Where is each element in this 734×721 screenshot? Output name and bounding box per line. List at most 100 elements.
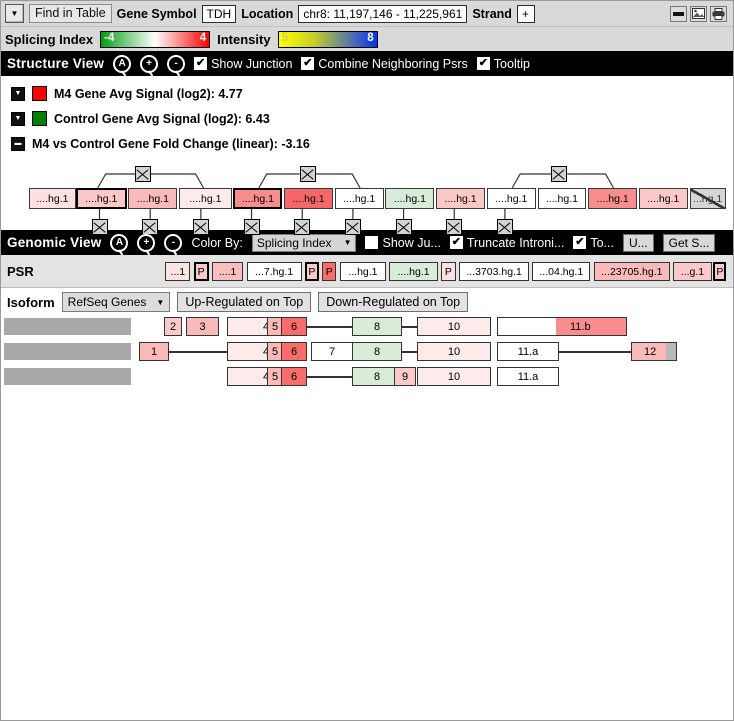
zoom-all-icon[interactable]: A (113, 54, 132, 73)
psr-box[interactable]: ...7.hg.1 (246, 262, 302, 281)
isoform-exon-box[interactable]: 1 (139, 342, 169, 361)
isoform-exon-box[interactable]: 8 (352, 317, 402, 336)
psr-box[interactable]: ...3703.hg.1 (459, 262, 529, 281)
gene-symbol-label: Gene Symbol (116, 6, 197, 21)
color-by-select[interactable]: Splicing Index ▼ (251, 233, 357, 252)
psr-box[interactable]: ....hg.1 (389, 262, 438, 281)
isoform-tracks: 2 3 4 5 6 8 10 11.b 1 4 5 6 7 8 10 11.a 12 4 5 6 8 9 10 11.a (1, 316, 733, 388)
isoform-exon-box[interactable]: 11.a (497, 342, 559, 361)
psr-box[interactable]: P (713, 262, 727, 281)
structure-exon-box[interactable]: ....hg.1 (638, 188, 688, 209)
zoom-all-icon[interactable]: A (110, 233, 129, 252)
structure-exon-box[interactable]: ...hg.1 (689, 188, 726, 209)
structure-exon-box[interactable]: ....hg.1 (334, 188, 384, 209)
structure-exon-box[interactable]: ....hg.1 (28, 188, 76, 209)
psr-label: PSR (7, 263, 34, 279)
isoform-exon-box[interactable]: 10 (417, 367, 491, 386)
junction-marker[interactable] (192, 219, 209, 235)
junction-marker[interactable] (344, 219, 361, 235)
strand-input[interactable]: + (516, 4, 535, 23)
isoform-exon-box[interactable]: 7 (311, 342, 353, 361)
expand-toggle-icon[interactable]: ▼ (11, 86, 25, 101)
gene-symbol-input[interactable]: TDH (201, 4, 237, 23)
zoom-in-icon[interactable]: + (137, 233, 156, 252)
combine-neighboring-psrs-checkbox[interactable]: ✔ Combine Neighboring Psrs (301, 57, 468, 71)
collapse-toggle-icon[interactable]: ▬ (11, 136, 25, 151)
zoom-out-icon[interactable]: - (167, 54, 186, 73)
toolbar-dropdown-button[interactable]: ▼ (5, 4, 24, 23)
isoform-row[interactable]: 1 4 5 6 7 8 10 11.a 12 (1, 341, 733, 363)
psr-box[interactable]: P (193, 262, 209, 281)
isoform-exon-box[interactable]: 6 (281, 367, 307, 386)
update-button[interactable]: U... (622, 233, 654, 252)
isoform-exon-box[interactable]: 12 (631, 342, 677, 361)
structure-exon-box[interactable]: ....hg.1 (436, 188, 486, 209)
isoform-select-value: RefSeq Genes (67, 295, 147, 309)
up-regulated-on-top-button[interactable]: Up-Regulated on Top (177, 292, 312, 312)
isoform-exon-box[interactable]: 6 (281, 317, 307, 336)
junction-marker[interactable] (91, 219, 108, 235)
psr-box[interactable]: ...hg.1 (339, 262, 387, 281)
isoform-row[interactable]: 4 5 6 8 9 10 11.a (1, 366, 733, 388)
isoform-select[interactable]: RefSeq Genes ▼ (61, 292, 171, 312)
structure-exon-box[interactable]: ....hg.1 (179, 188, 232, 209)
psr-box[interactable]: ....1 (211, 262, 244, 281)
structure-exon-box[interactable]: ....hg.1 (75, 188, 127, 209)
find-in-table-button[interactable]: Find in Table (29, 4, 112, 23)
junction-marker[interactable] (496, 219, 513, 235)
structure-exon-box[interactable]: ....hg.1 (588, 188, 638, 209)
junction-marker[interactable] (134, 166, 151, 182)
junction-marker[interactable] (446, 219, 463, 235)
psr-box[interactable]: ...1 (165, 262, 191, 281)
show-junction-checkbox[interactable]: ✔ Show Junction (194, 57, 292, 71)
psr-box[interactable]: P (440, 262, 456, 281)
junction-marker[interactable] (551, 166, 568, 182)
psr-box[interactable]: P (304, 262, 319, 281)
genomic-view-header: Genomic View A + - Color By: Splicing In… (1, 230, 733, 255)
image-icon[interactable] (690, 5, 707, 22)
junction-marker[interactable] (243, 219, 260, 235)
structure-exon-box[interactable]: ....hg.1 (537, 188, 587, 209)
zoom-out-icon[interactable]: - (164, 233, 183, 252)
zoom-in-icon[interactable]: + (140, 54, 159, 73)
checkbox-checked-icon: ✔ (301, 57, 315, 70)
structure-exon-box[interactable]: ....hg.1 (284, 188, 333, 209)
print-icon[interactable] (710, 5, 727, 22)
psr-box[interactable]: ...g.1 (673, 262, 712, 281)
psr-box[interactable]: P (322, 262, 337, 281)
truncate-intronic-checkbox[interactable]: ✔ Truncate Introni... (449, 235, 565, 250)
junction-marker[interactable] (294, 219, 311, 235)
isoform-exon-box[interactable]: 10 (417, 342, 491, 361)
genomic-show-junction-checkbox[interactable]: ✔ Show Ju... (365, 236, 441, 250)
isoform-row[interactable]: 2 3 4 5 6 8 10 11.b (1, 316, 733, 338)
isoform-exon-box[interactable]: 10 (417, 317, 491, 336)
get-sequence-button[interactable]: Get S... (662, 233, 716, 252)
isoform-exon-box[interactable]: 11.b (497, 317, 627, 336)
isoform-intron-line (402, 351, 417, 353)
structure-exon-box[interactable]: ....hg.1 (128, 188, 178, 209)
junction-marker[interactable] (299, 166, 316, 182)
location-input[interactable]: chr8: 11,197,146 - 11,225,961 (298, 4, 468, 23)
isoform-name-bar[interactable] (4, 368, 131, 385)
junction-marker[interactable] (395, 219, 412, 235)
isoform-exon-box[interactable]: 3 (186, 317, 219, 336)
isoform-name-bar[interactable] (4, 318, 131, 335)
tooltip-checkbox[interactable]: ✔ Tooltip (476, 57, 530, 71)
truncate-intronic-label: Truncate Introni... (466, 235, 565, 250)
genomic-tooltip-checkbox[interactable]: ✔ To... (573, 236, 614, 250)
expand-toggle-icon[interactable]: ▼ (11, 111, 25, 126)
isoform-name-bar[interactable] (4, 343, 131, 360)
structure-exon-box[interactable]: ....hg.1 (233, 188, 283, 209)
psr-box[interactable]: ...04.hg.1 (532, 262, 591, 281)
isoform-exon-box[interactable]: 2 (164, 317, 182, 336)
down-regulated-on-top-button[interactable]: Down-Regulated on Top (318, 292, 469, 312)
isoform-exon-box[interactable]: 9 (394, 367, 416, 386)
isoform-exon-box[interactable]: 11.a (497, 367, 559, 386)
junction-marker[interactable] (142, 219, 159, 235)
isoform-exon-box[interactable]: 8 (352, 342, 402, 361)
isoform-exon-box[interactable]: 6 (281, 342, 307, 361)
structure-exon-box[interactable]: ....hg.1 (486, 188, 536, 209)
structure-exon-box[interactable]: ....hg.1 (385, 188, 435, 209)
psr-box[interactable]: ...23705.hg.1 (593, 262, 671, 281)
minimize-icon[interactable] (670, 5, 687, 22)
